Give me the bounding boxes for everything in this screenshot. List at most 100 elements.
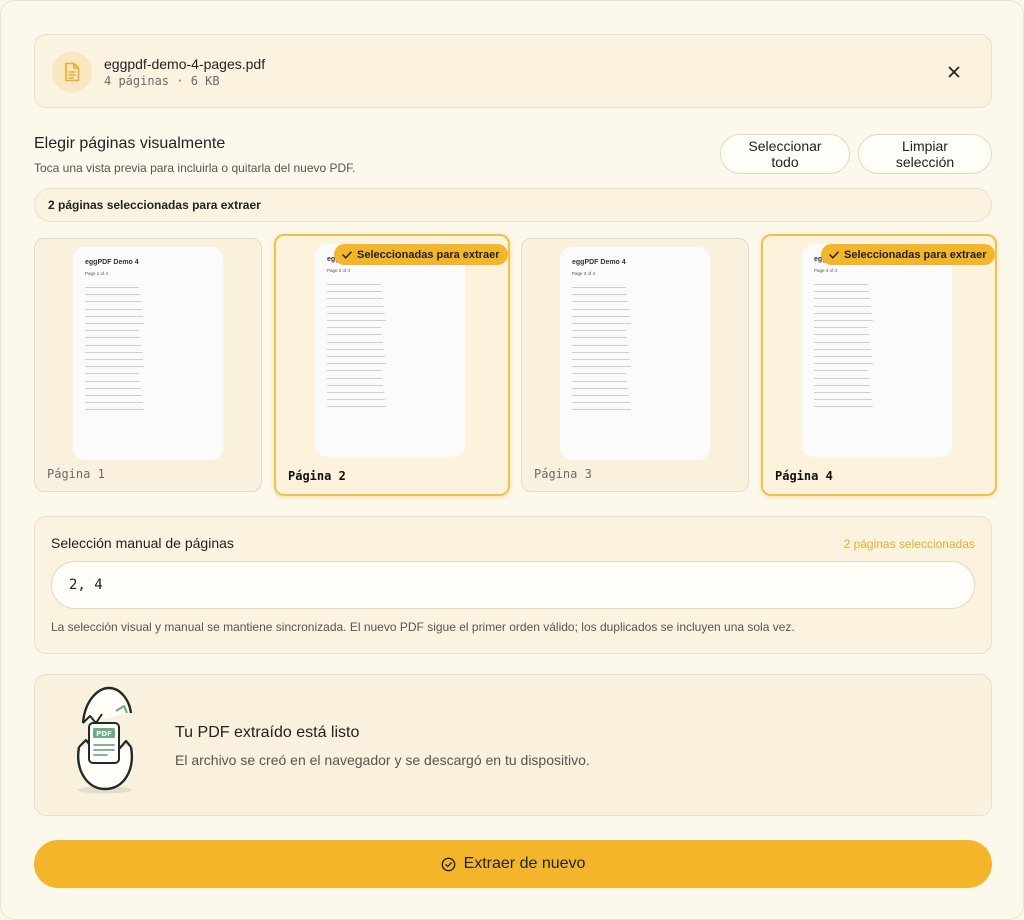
check-circle-icon (441, 857, 455, 871)
thumbnail-line (814, 406, 873, 408)
thumbnail-line (814, 363, 873, 365)
page-range-input[interactable]: 2, 4 (51, 561, 975, 609)
thumbnail-line (85, 344, 141, 346)
thumbnail-line (814, 392, 871, 393)
thumbnail-line (572, 409, 631, 411)
thumbnail-line (572, 373, 626, 375)
thumbnail-line (85, 402, 143, 404)
app-frame: eggpdf-demo-4-pages.pdf 4 páginas · 6 KB… (0, 0, 1024, 920)
thumbnail-line (327, 312, 385, 314)
thumbnail-line (327, 377, 382, 379)
thumbnail-line (85, 366, 144, 368)
thumbnail-line (85, 409, 144, 411)
thumbnail-line (327, 384, 383, 386)
file-card: eggpdf-demo-4-pages.pdf 4 páginas · 6 KB (34, 34, 992, 108)
thumbnail-line (814, 384, 870, 386)
select-all-button[interactable]: Seleccionar todo (720, 134, 850, 174)
file-name: eggpdf-demo-4-pages.pdf (104, 56, 266, 72)
page-tile-1[interactable]: eggPDF Demo 4 Page 1 of 4 Página 1 (34, 238, 262, 492)
thumbnail-line (327, 291, 382, 293)
thumbnail-line (814, 334, 869, 336)
thumbnail-line (327, 348, 384, 350)
thumbnail-line (814, 320, 873, 321)
thumbnail-line (327, 298, 383, 300)
thumbnail-line (85, 315, 143, 317)
extract-again-label: Extraer de nuevo (463, 855, 586, 872)
thumbnail-line (327, 305, 384, 307)
thumbnail-line (572, 330, 626, 332)
thumbnail-line (814, 327, 868, 329)
thumbnail-line (327, 356, 385, 357)
thumbnail-line (327, 392, 384, 393)
selected-badge-label: Seleccionadas para extraer (357, 248, 500, 261)
extract-again-button[interactable]: Extraer de nuevo (34, 840, 992, 888)
thumbnail-line (814, 399, 872, 401)
thumbnail-line (814, 370, 868, 372)
thumbnail-line (572, 308, 629, 310)
thumbnail-line (327, 363, 386, 365)
thumbnail-line (572, 337, 627, 339)
close-icon (948, 66, 960, 78)
thumbnail-line (327, 370, 381, 372)
thumbnail-line (572, 344, 628, 346)
result-card: PDF Tu PDF extraído está listo El archiv… (34, 674, 992, 816)
thumbnail-line (85, 337, 140, 339)
thumbnail-line (327, 327, 381, 329)
visual-section-title: Elegir páginas visualmente (34, 135, 226, 152)
document-icon (52, 52, 92, 92)
thumbnail-line (85, 395, 142, 396)
thumbnail-line (572, 359, 630, 360)
page-label: Página 2 (288, 469, 346, 483)
thumbnail-line (327, 284, 381, 285)
result-description: El archivo se creó en el navegador y se … (175, 752, 590, 768)
page-tile-4[interactable]: eggPDF Demo 4 Page 4 of 4 Seleccionadas … (761, 234, 997, 496)
thumbnail-line (85, 301, 141, 303)
manual-selection-card: Selección manual de páginas 2 páginas se… (34, 516, 992, 654)
page-thumbnail: eggPDF Demo 4 Page 3 of 4 (560, 247, 710, 460)
page-thumbnail: eggPDF Demo 4 Page 4 of 4 (802, 244, 952, 457)
thumbnail-line (85, 308, 142, 310)
page-label: Página 3 (534, 467, 592, 481)
thumbnail-line (572, 395, 629, 396)
thumbnail-line (814, 377, 869, 379)
selection-count-bar: 2 páginas seleccionadas para extraer (34, 188, 992, 222)
clear-selection-button[interactable]: Limpiar selección (858, 134, 992, 174)
thumbnail-line (85, 323, 144, 324)
page-tile-3[interactable]: eggPDF Demo 4 Page 3 of 4 Página 3 (521, 238, 749, 492)
thumbnail-line (814, 312, 872, 314)
thumbnail-line (327, 320, 386, 321)
page-thumbnail: eggPDF Demo 4 Page 2 of 4 (315, 244, 465, 457)
thumbnail-line (85, 387, 141, 389)
thumbnail-line (572, 323, 631, 324)
page-tile-2[interactable]: eggPDF Demo 4 Page 2 of 4 Seleccionadas … (274, 234, 510, 496)
close-file-button[interactable] (941, 59, 967, 85)
thumbnail-line (814, 284, 868, 285)
thumbnail-line (85, 351, 142, 353)
file-meta: 4 páginas · 6 KB (104, 74, 220, 88)
thumbnail-line (572, 287, 626, 288)
thumbnail-line (814, 298, 870, 300)
thumbnail-line (85, 287, 139, 288)
thumbnail-line (85, 294, 140, 296)
thumbnail-line (814, 341, 870, 343)
result-title: Tu PDF extraído está listo (175, 724, 360, 741)
page-label: Página 4 (775, 469, 833, 483)
thumbnail-line (327, 399, 385, 401)
check-icon (342, 250, 352, 259)
thumbnail-line (814, 356, 872, 357)
thumbnail-line (572, 387, 628, 389)
thumbnail-line (85, 373, 139, 375)
thumbnail-line (327, 406, 386, 408)
selected-badge: Seleccionadas para extraer (821, 244, 996, 265)
thumbnail-line (327, 334, 382, 336)
page-label: Página 1 (47, 467, 105, 481)
thumbnail-line (572, 301, 628, 303)
visual-section-subtitle: Toca una vista previa para incluirla o q… (34, 161, 356, 175)
thumbnail-line (572, 366, 631, 368)
thumbnail-line (572, 402, 630, 404)
selected-badge: Seleccionadas para extraer (334, 244, 509, 265)
thumbnail-line (814, 291, 869, 293)
selected-badge-label: Seleccionadas para extraer (844, 248, 987, 261)
svg-text:PDF: PDF (96, 730, 112, 738)
thumbnail-line (327, 341, 383, 343)
